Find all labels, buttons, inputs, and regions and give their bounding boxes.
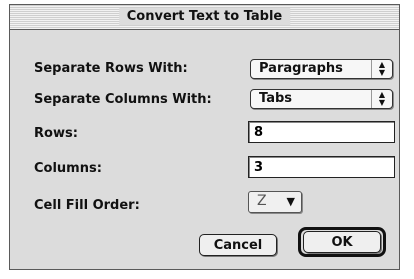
rows-label: Rows:	[34, 126, 78, 141]
cell-fill-order-value: Z	[257, 193, 267, 209]
cell-fill-order-popup[interactable]: Z ▼	[248, 191, 302, 213]
separate-rows-value: Paragraphs	[259, 61, 343, 76]
up-down-arrows-icon: ▲ ▼	[371, 90, 392, 108]
separate-columns-value: Tabs	[259, 91, 293, 106]
rows-field[interactable]	[248, 121, 395, 143]
columns-field[interactable]	[248, 156, 395, 178]
triangle-down-icon: ▼	[286, 195, 295, 208]
separate-columns-popup[interactable]: Tabs ▲ ▼	[250, 89, 393, 109]
separate-rows-popup[interactable]: Paragraphs ▲ ▼	[250, 59, 393, 79]
convert-text-to-table-dialog: Convert Text to Table Separate Rows With…	[9, 4, 400, 270]
title-bar[interactable]: Convert Text to Table	[10, 5, 399, 30]
dialog-title: Convert Text to Table	[118, 8, 291, 25]
separate-columns-label: Separate Columns With:	[34, 92, 212, 107]
up-down-arrows-icon: ▲ ▼	[371, 60, 392, 78]
cancel-button[interactable]: Cancel	[199, 234, 277, 256]
separate-rows-label: Separate Rows With:	[34, 61, 188, 76]
columns-label: Columns:	[34, 161, 102, 176]
ok-button[interactable]: OK	[303, 231, 381, 253]
cell-fill-order-label: Cell Fill Order:	[34, 198, 140, 213]
